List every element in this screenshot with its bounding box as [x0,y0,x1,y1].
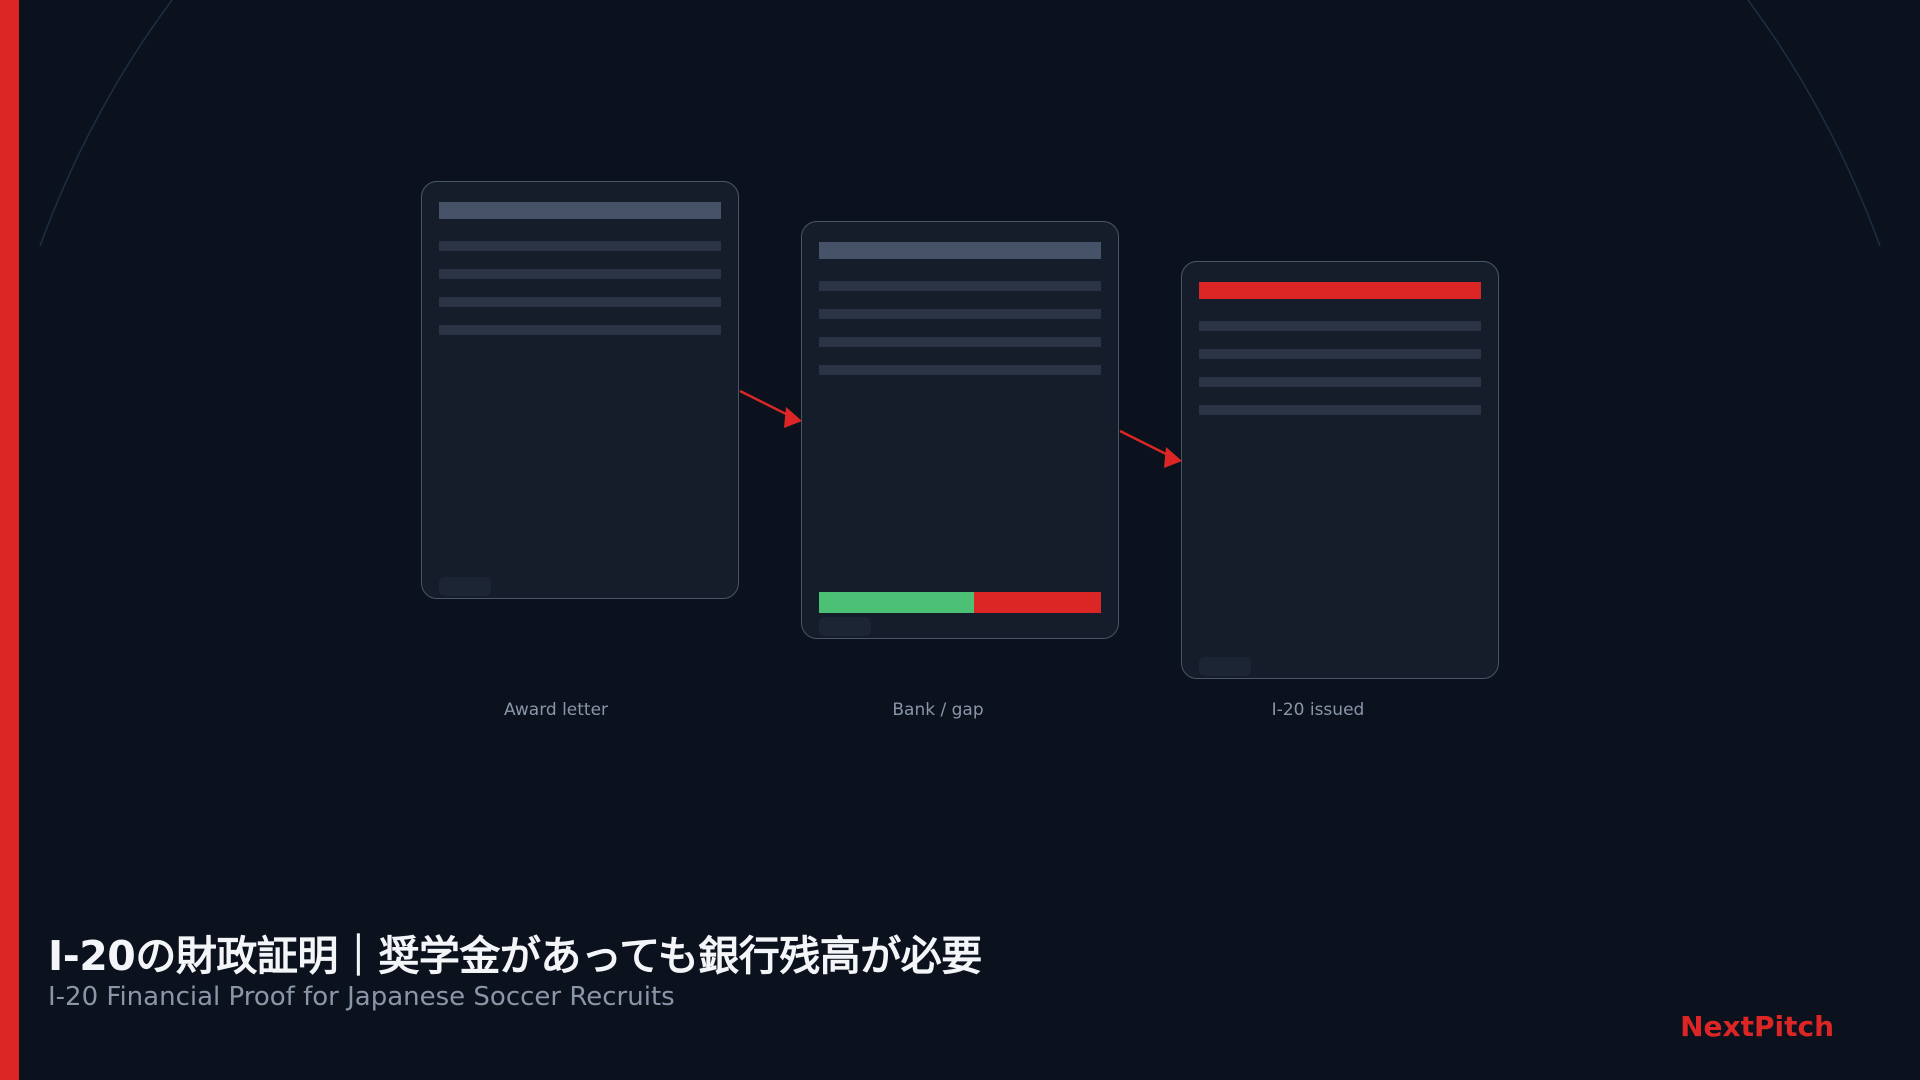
funding-gap-bar [819,592,1101,613]
doc-text-line [439,297,721,307]
gap-segment [974,592,1101,613]
bank-gap-card [801,221,1119,639]
doc-text-line [439,269,721,279]
slide: Award letter Bank / gap I-20 issued I-20… [0,0,1920,1080]
left-arc [39,0,173,247]
funded-segment [819,592,975,613]
doc-header-bar [819,242,1101,259]
doc-text-line [1199,405,1481,415]
doc-text-line [439,325,721,335]
page-subtitle: I-20 Financial Proof for Japanese Soccer… [48,982,675,1012]
page-title: I-20の財政証明｜奨学金があっても銀行残高が必要 [48,932,982,980]
award-letter-card [421,181,739,599]
step-label-bank-gap: Bank / gap [892,700,984,720]
doc-header-bar [439,202,721,219]
right-arc [1747,0,1881,247]
doc-text-line [819,365,1101,375]
step-label-award-letter: Award letter [503,700,609,720]
brand-logo-text: NextPitch [1680,1010,1834,1043]
doc-text-line [1199,321,1481,331]
doc-footer-pill [439,577,491,596]
step-label-i20-issued: I-20 issued [1271,700,1365,720]
doc-text-line [1199,377,1481,387]
doc-text-line [819,281,1101,291]
doc-text-line [819,337,1101,347]
doc-text-line [439,241,721,251]
doc-footer-pill [1199,657,1251,676]
doc-text-line [819,309,1101,319]
i20-issued-card [1181,261,1499,679]
doc-footer-pill [819,617,871,636]
doc-header-bar-highlight [1199,282,1481,299]
doc-text-line [1199,349,1481,359]
